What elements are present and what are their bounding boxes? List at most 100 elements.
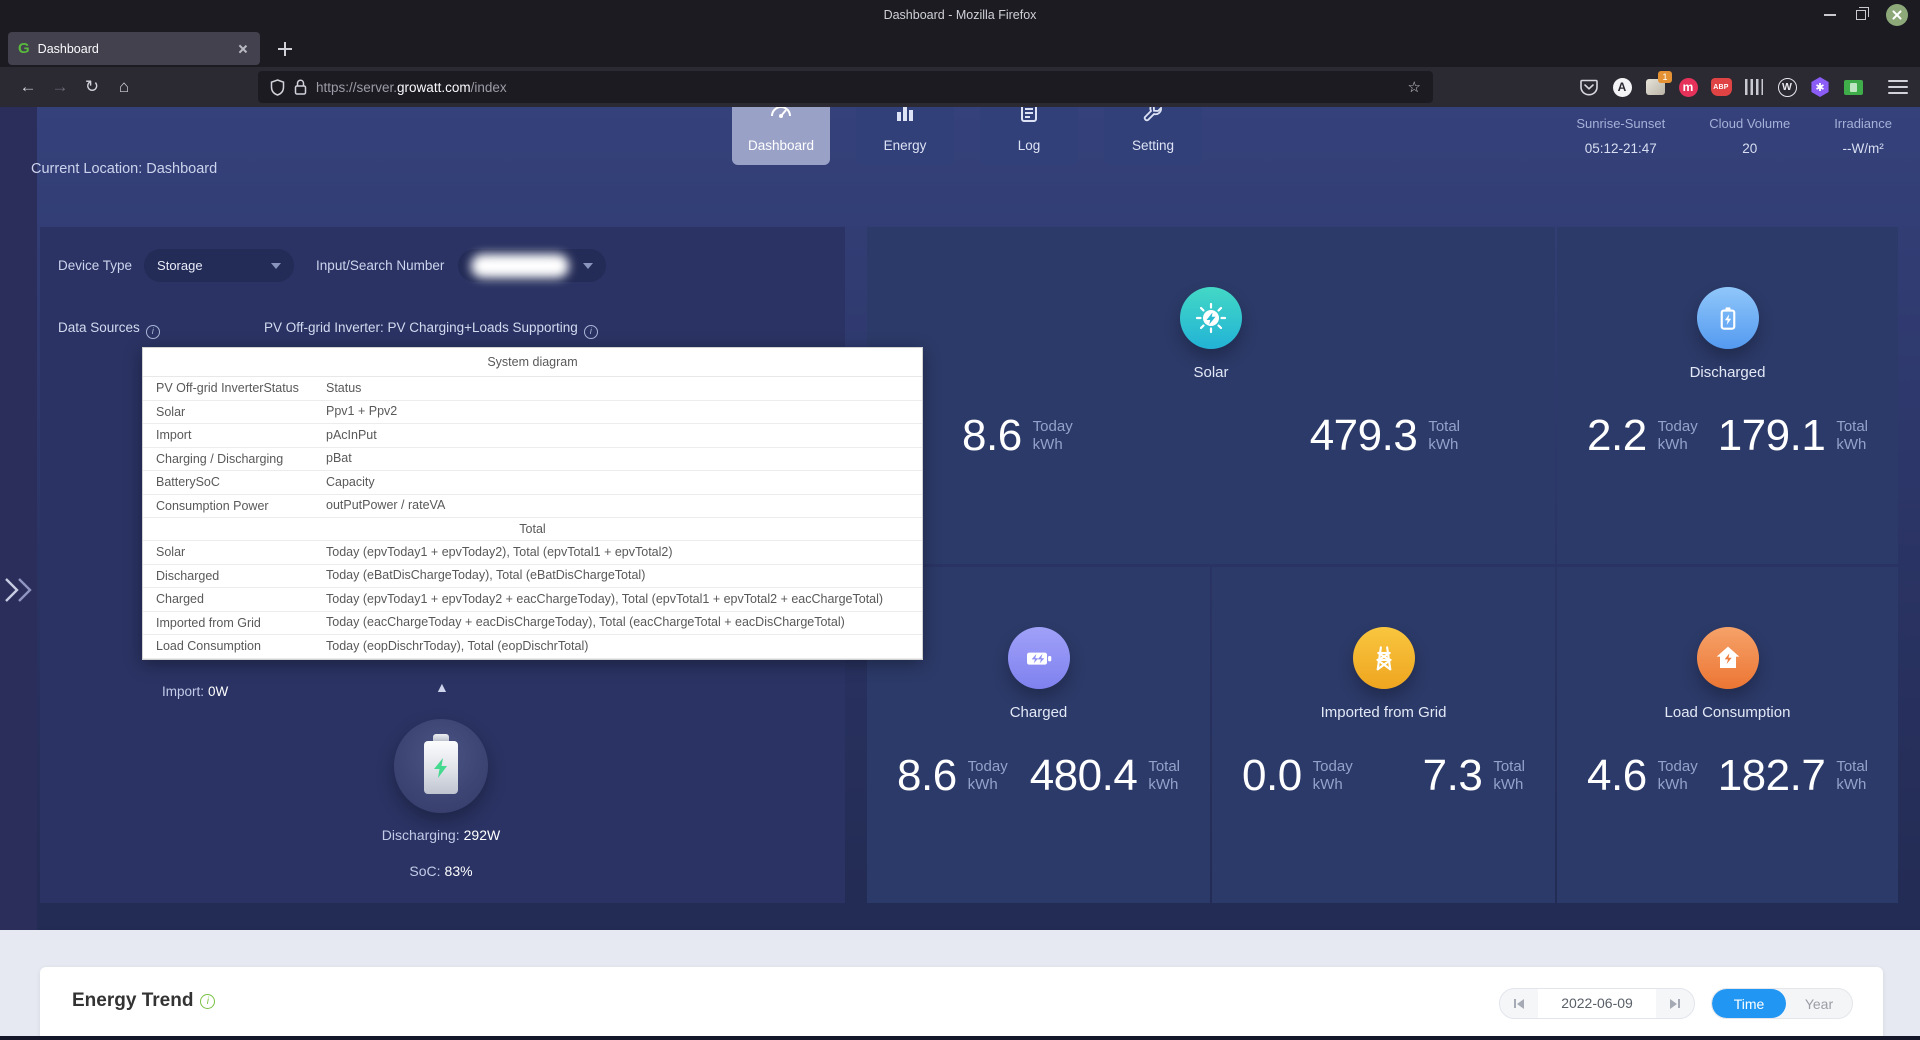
- restore-icon[interactable]: [1856, 10, 1866, 20]
- trend-controls: 2022-06-09 Time Year: [1499, 988, 1853, 1019]
- diagram-row: ImportpAcInPut: [143, 424, 922, 448]
- previous-date-button[interactable]: [1500, 989, 1538, 1018]
- irradiance-value: --W/m²: [1834, 141, 1892, 156]
- home-button[interactable]: ⌂: [108, 72, 140, 102]
- window-bottom-edge: [0, 1036, 1920, 1040]
- firefox-window: Dashboard - Mozilla Firefox G Dashboard …: [0, 0, 1920, 1040]
- imported-today-value: 0.0 TodaykWh: [1242, 751, 1353, 801]
- fence-privacy-icon[interactable]: [1742, 75, 1766, 99]
- irradiance-block: Irradiance --W/m²: [1834, 116, 1892, 156]
- load-total-value: 182.7 TotalkWh: [1718, 751, 1868, 801]
- wayback-machine-icon[interactable]: W: [1775, 75, 1799, 99]
- irradiance-label: Irradiance: [1834, 116, 1892, 131]
- tab-energy[interactable]: Energy: [856, 107, 954, 165]
- expand-panel-chevron-icon[interactable]: [4, 577, 36, 603]
- browser-tab[interactable]: G Dashboard: [8, 32, 260, 65]
- collapse-diagram-arrow[interactable]: ▲: [435, 679, 449, 695]
- tab-dashboard[interactable]: Dashboard: [732, 107, 830, 165]
- window-close-button[interactable]: [1886, 4, 1908, 26]
- data-sources-label: Data Sources: [58, 320, 140, 335]
- load-consumption-card: Load Consumption 4.6 TodaykWh 182.7 Tota…: [1557, 567, 1898, 903]
- date-value[interactable]: 2022-06-09: [1538, 989, 1656, 1018]
- growatt-favicon: G: [18, 40, 30, 57]
- stats-grid: Solar 8.6 TodaykWh 479.3 TotalkWh Disc: [867, 227, 1898, 903]
- growatt-dashboard-page: Dashboard Energy Log Setting Sunrise-Sun…: [0, 107, 1920, 1040]
- serial-number-select[interactable]: [458, 249, 606, 282]
- toggle-year-button[interactable]: Year: [1786, 989, 1852, 1018]
- cloud-volume-block: Cloud Volume 20: [1709, 116, 1790, 156]
- device-type-select[interactable]: Storage: [144, 249, 294, 282]
- purple-hex-extension-icon[interactable]: ✱: [1808, 75, 1832, 99]
- toggle-time-button[interactable]: Time: [1712, 989, 1786, 1018]
- next-date-button[interactable]: [1656, 989, 1694, 1018]
- reload-button[interactable]: ↻: [76, 72, 108, 102]
- weather-info: Sunrise-Sunset 05:12-21:47 Cloud Volume …: [1576, 116, 1892, 156]
- tab-bar: G Dashboard: [0, 30, 1920, 67]
- diagram-row: BatterySoCCapacity: [143, 471, 922, 495]
- discharging-label: Discharging:: [382, 827, 460, 843]
- shield-icon[interactable]: [270, 79, 285, 96]
- lower-section: Energy Trendi 2022-06-09 Time Year: [0, 930, 1920, 1040]
- extension-badge: 1: [1658, 71, 1672, 83]
- info-icon[interactable]: i: [146, 325, 160, 339]
- card-title: Load Consumption: [1665, 704, 1791, 721]
- m-extension-icon[interactable]: m: [1676, 75, 1700, 99]
- discharged-battery-icon: [1697, 287, 1759, 349]
- log-document-icon: [1017, 107, 1041, 124]
- sunrise-sunset-label: Sunrise-Sunset: [1576, 116, 1665, 131]
- import-power-line: Import:0W: [162, 684, 228, 699]
- card-title: Charged: [1010, 704, 1068, 721]
- pocket-icon[interactable]: [1577, 75, 1601, 99]
- tab-log[interactable]: Log: [980, 107, 1078, 165]
- filter-row: Device Type Storage Input/Search Number: [58, 249, 606, 282]
- imported-total-value: 7.3 TotalkWh: [1423, 751, 1525, 801]
- extension-row: A 1 m ABP W ✱: [1577, 75, 1908, 99]
- system-diagram-popup: System diagram PV Off-grid InverterStatu…: [142, 347, 923, 660]
- setting-wrench-icon: [1141, 107, 1165, 124]
- diagram-row: PV Off-grid InverterStatusStatus: [143, 377, 922, 401]
- url-bar[interactable]: https://server.growatt.com/index ☆: [258, 71, 1433, 103]
- window-title: Dashboard - Mozilla Firefox: [884, 8, 1037, 22]
- discharged-today-value: 2.2 TodaykWh: [1587, 411, 1698, 461]
- grid-tower-icon: [1353, 627, 1415, 689]
- back-button[interactable]: ←: [12, 72, 44, 102]
- lock-icon[interactable]: [294, 79, 307, 95]
- menu-button[interactable]: [1888, 80, 1908, 94]
- tab-setting[interactable]: Setting: [1104, 107, 1202, 165]
- discharged-total-value: 179.1 TotalkWh: [1718, 411, 1868, 461]
- cloud-volume-value: 20: [1709, 141, 1790, 156]
- popup-title: System diagram: [143, 348, 922, 377]
- data-sources-row: Data Sourcesi PV Off-grid Inverter: PV C…: [58, 320, 818, 339]
- card-title: Solar: [1193, 364, 1228, 381]
- forward-button[interactable]: →: [44, 72, 76, 102]
- load-today-value: 4.6 TodaykWh: [1587, 751, 1698, 801]
- discharging-value: 292W: [464, 827, 501, 843]
- total-row: SolarToday (epvToday1 + epvToday2), Tota…: [143, 541, 922, 565]
- imported-from-grid-card: Imported from Grid 0.0 TodaykWh 7.3 Tota…: [1212, 567, 1555, 903]
- energy-bars-icon: [893, 107, 917, 124]
- notification-extension-icon[interactable]: 1: [1643, 75, 1667, 99]
- charged-today-value: 8.6 TodaykWh: [897, 751, 1008, 801]
- account-extension-icon[interactable]: A: [1610, 75, 1634, 99]
- solar-card: Solar 8.6 TodaykWh 479.3 TotalkWh: [867, 227, 1555, 564]
- new-tab-button[interactable]: [272, 36, 298, 62]
- bookmark-star-icon[interactable]: ☆: [1408, 78, 1421, 96]
- info-icon[interactable]: i: [584, 325, 598, 339]
- discharging-line: Discharging:292W: [311, 827, 571, 843]
- url-text: https://server.growatt.com/index: [316, 80, 507, 95]
- minimize-icon[interactable]: [1824, 14, 1836, 16]
- import-label: Import:: [162, 684, 204, 699]
- browser-toolbar: ← → ↻ ⌂ https://server.growatt.com/index…: [0, 67, 1920, 107]
- adblock-plus-icon[interactable]: ABP: [1709, 75, 1733, 99]
- solar-today-value: 8.6 TodaykWh: [962, 411, 1073, 461]
- chevron-down-icon: [271, 263, 281, 269]
- green-folder-extension-icon[interactable]: [1841, 75, 1865, 99]
- diagram-row: SolarPpv1 + Ppv2: [143, 401, 922, 425]
- left-collapse-strip[interactable]: [0, 107, 37, 930]
- diagram-row: Charging / DischargingpBat: [143, 448, 922, 472]
- breadcrumb: Current Location: Dashboard: [31, 161, 217, 177]
- window-titlebar: Dashboard - Mozilla Firefox: [0, 0, 1920, 30]
- sunrise-sunset-block: Sunrise-Sunset 05:12-21:47: [1576, 116, 1665, 156]
- info-icon[interactable]: i: [200, 994, 215, 1009]
- tab-close-icon[interactable]: [236, 42, 250, 56]
